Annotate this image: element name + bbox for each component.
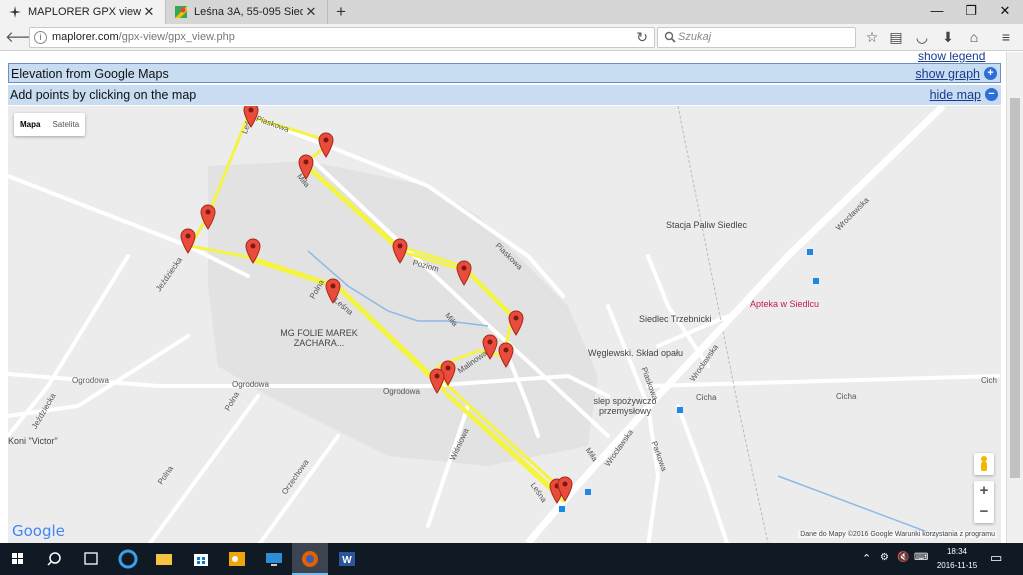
search-icon <box>664 31 676 43</box>
maplorer-favicon-icon <box>8 5 22 19</box>
task-view-icon[interactable] <box>73 543 109 575</box>
cortana-search-icon[interactable] <box>37 543 73 575</box>
street-label: Ogrodowa <box>72 376 109 385</box>
add-points-label: Add points by clicking on the map <box>10 88 197 102</box>
map-type-control: Mapa Satelita <box>14 113 86 136</box>
map-label-koni[interactable]: Koni "Victor" <box>8 436 58 446</box>
word-icon[interactable]: W <box>329 543 365 575</box>
home-icon[interactable]: ⌂ <box>964 28 984 48</box>
google-logo: Google <box>12 522 65 540</box>
address-bar[interactable]: i maplorer.com/gpx-view/gpx_view.php ↻ <box>29 27 655 48</box>
show-graph-link[interactable]: show graph <box>915 67 980 81</box>
street-label: Cicha <box>696 393 717 402</box>
google-maps-favicon-icon <box>174 5 188 19</box>
remote-desktop-icon[interactable] <box>256 543 292 575</box>
map-marker-icon[interactable] <box>498 342 514 368</box>
map-marker-icon[interactable] <box>392 238 408 264</box>
map-label-stacja[interactable]: Stacja Paliw Siedlec <box>666 220 747 230</box>
bookmark-star-icon[interactable]: ☆ <box>862 28 882 48</box>
pocket-icon[interactable]: ◡ <box>912 28 932 48</box>
map-marker-icon[interactable] <box>245 238 261 264</box>
browser-tab-strip: MAPLORER GPX view : Ele... ✕ Leśna 3A, 5… <box>0 0 1023 24</box>
scrollbar-thumb[interactable] <box>1010 98 1020 478</box>
map-marker-icon[interactable] <box>298 154 314 180</box>
windows-taskbar: W ⌃ ⚙ 🔇 ⌨ 18:34 2016-11-15 ▭ <box>0 543 1023 575</box>
reload-icon[interactable]: ↻ <box>636 29 648 46</box>
map-marker-icon[interactable] <box>482 334 498 360</box>
map-type-mapa-button[interactable]: Mapa <box>14 113 46 136</box>
map-label-apteka[interactable]: Apteka w Siedlcu <box>750 299 819 309</box>
url-path: /gpx-view/gpx_view.php <box>118 31 235 43</box>
map-marker-icon[interactable] <box>318 132 334 158</box>
search-placeholder: Szukaj <box>678 31 712 43</box>
clock-date[interactable]: 2016-11-15 <box>932 561 982 570</box>
map-label-trzebnicki[interactable]: Siedlec Trzebnicki <box>639 314 712 324</box>
window-close-icon[interactable]: ✕ <box>988 0 1022 22</box>
minimize-icon[interactable]: — <box>920 0 954 22</box>
add-points-bar: Add points by clicking on the map hide m… <box>8 85 1001 105</box>
clock-time[interactable]: 18:34 <box>932 547 982 556</box>
menu-icon[interactable]: ≡ <box>996 28 1016 48</box>
zoom-out-button[interactable]: − <box>974 502 994 523</box>
street-label: Cich <box>981 376 998 385</box>
google-logo-text: Google <box>12 522 65 540</box>
tab-google-maps[interactable]: Leśna 3A, 55-095 Siedlec d... ✕ <box>166 0 328 24</box>
map-marker-icon[interactable] <box>180 228 196 254</box>
map-marker-icon[interactable] <box>557 476 573 502</box>
map-type-satelita-button[interactable]: Satelita <box>46 113 85 136</box>
street-label: Ogrodowa <box>232 380 269 389</box>
street-label: Ogrodowa <box>383 387 420 396</box>
volume-mute-icon[interactable]: 🔇 <box>897 552 909 563</box>
store-icon[interactable] <box>183 543 219 575</box>
windows-start-icon[interactable] <box>0 543 36 575</box>
pegman-icon[interactable] <box>974 453 994 475</box>
map-marker-icon[interactable] <box>325 278 341 304</box>
back-arrow-icon[interactable]: 🡐 <box>5 28 45 48</box>
info-icon[interactable]: i <box>34 31 47 44</box>
close-icon[interactable]: ✕ <box>141 4 157 20</box>
map-marker-icon[interactable] <box>200 204 216 230</box>
svg-text:W: W <box>342 555 352 566</box>
map-marker-icon[interactable] <box>508 310 524 336</box>
map-marker-icon[interactable] <box>243 106 259 128</box>
show-legend-link[interactable]: show legend <box>918 52 985 63</box>
map-marker-icon[interactable] <box>429 368 445 394</box>
zoom-in-button[interactable]: + <box>974 481 994 502</box>
tab-maplorer[interactable]: MAPLORER GPX view : Ele... ✕ <box>0 0 166 24</box>
tray-app-icon[interactable]: ⚙ <box>880 552 889 563</box>
map-marker-icon[interactable] <box>456 260 472 286</box>
outlook-icon[interactable] <box>219 543 255 575</box>
page-content: show legend Elevation from Google Maps s… <box>0 52 1023 543</box>
map-canvas[interactable]: Stacja Paliw Siedlec Apteka w Siedlcu Si… <box>8 106 1001 543</box>
firefox-icon[interactable] <box>292 543 328 575</box>
map-attribution[interactable]: Dane do Mapy ©2016 Google Warunki korzys… <box>798 531 997 538</box>
zoom-control: + − <box>974 481 994 523</box>
page-scrollbar[interactable] <box>1006 52 1023 543</box>
url-text: maplorer.com/gpx-view/gpx_view.php <box>52 31 235 43</box>
map-label-weglewski[interactable]: Węglewski. Skład opału <box>588 348 683 358</box>
reading-list-icon[interactable]: ▤ <box>886 28 906 48</box>
elevation-label: Elevation from Google Maps <box>11 67 169 81</box>
hide-map-link[interactable]: hide map <box>930 88 981 102</box>
tab-title: Leśna 3A, 55-095 Siedlec d... <box>194 6 303 18</box>
action-center-icon[interactable]: ▭ <box>990 550 1002 566</box>
new-tab-button[interactable]: + <box>331 2 351 22</box>
elevation-bar: Elevation from Google Maps show graph + <box>8 63 1001 83</box>
edge-browser-icon[interactable] <box>110 543 146 575</box>
close-icon[interactable]: ✕ <box>303 4 319 20</box>
tab-title: MAPLORER GPX view : Ele... <box>28 6 141 18</box>
keyboard-icon[interactable]: ⌨ <box>914 552 928 563</box>
url-host: maplorer.com <box>52 31 119 43</box>
download-icon[interactable]: ⬇ <box>938 28 958 48</box>
expand-plus-icon[interactable]: + <box>984 67 997 80</box>
search-input[interactable]: Szukaj <box>657 27 856 48</box>
map-label-mg-folie[interactable]: MG FOLIE MAREK ZACHARA... <box>269 328 369 348</box>
navigation-toolbar: 🡐 i maplorer.com/gpx-view/gpx_view.php ↻… <box>0 24 1023 51</box>
collapse-minus-icon[interactable]: − <box>985 88 998 101</box>
file-explorer-icon[interactable] <box>146 543 182 575</box>
restore-icon[interactable]: ❐ <box>954 0 988 22</box>
tray-chevron-icon[interactable]: ⌃ <box>862 552 871 565</box>
street-label: Cicha <box>836 392 857 401</box>
